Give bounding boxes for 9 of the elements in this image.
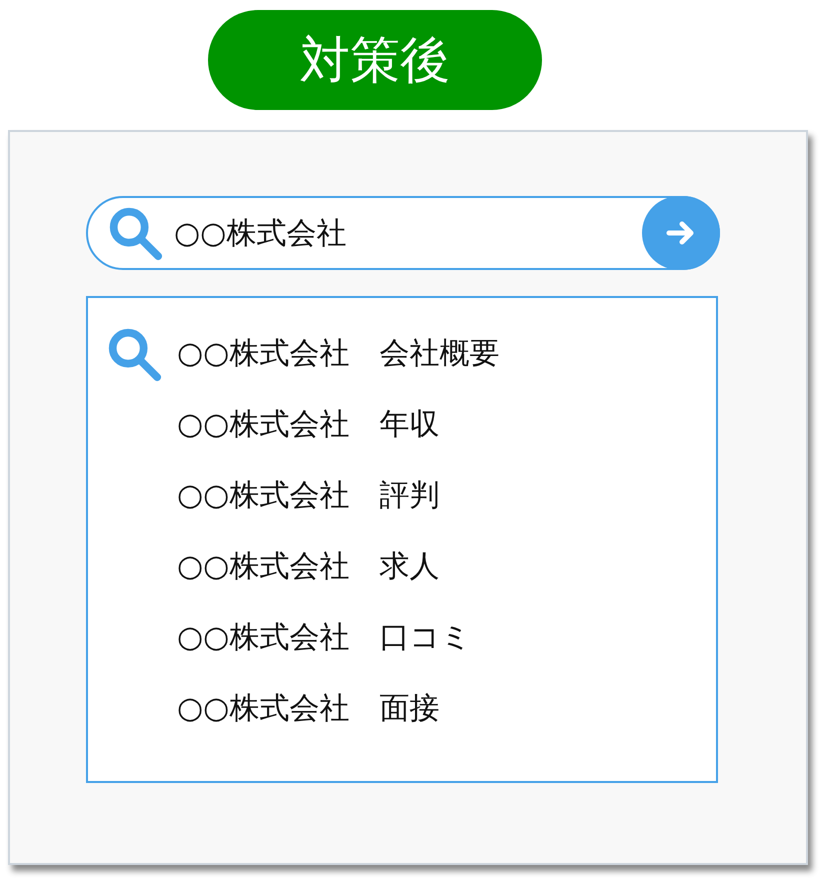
suggestion-item[interactable]: ○○株式会社 評判 bbox=[177, 475, 440, 516]
search-field[interactable]: ○○株式会社 bbox=[86, 196, 720, 270]
suggestion-item[interactable]: ○○株式会社 面接 bbox=[177, 688, 440, 729]
suggestion-item[interactable]: ○○株式会社 求人 bbox=[177, 546, 440, 587]
badge-label: 対策後 bbox=[208, 10, 542, 110]
search-value: ○○株式会社 bbox=[174, 214, 348, 252]
suggestion-item[interactable]: ○○株式会社 口コミ bbox=[177, 617, 472, 658]
suggestion-item[interactable]: ○○株式会社 年収 bbox=[177, 404, 440, 445]
suggestion-item[interactable]: ○○株式会社 会社概要 bbox=[177, 333, 500, 374]
